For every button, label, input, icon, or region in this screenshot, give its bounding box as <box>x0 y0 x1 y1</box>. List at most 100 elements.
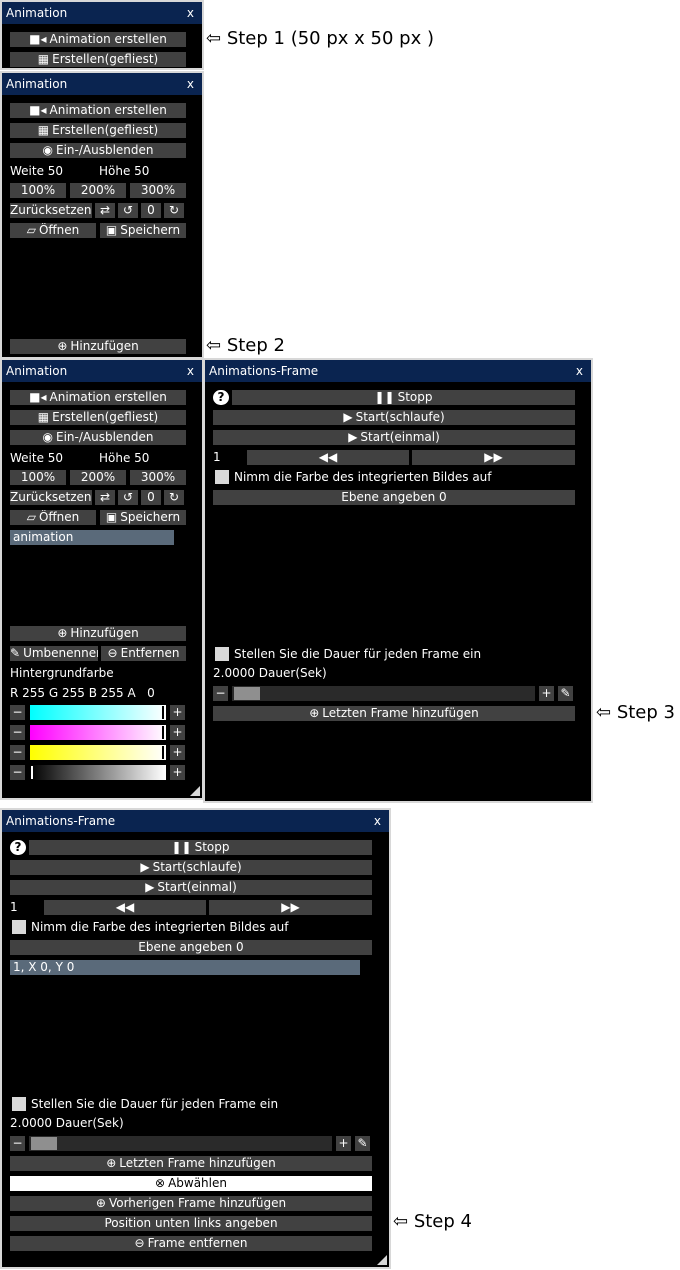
rotate-right-icon[interactable]: ↻ <box>164 490 184 505</box>
set-duration-checkbox[interactable] <box>12 1097 26 1111</box>
close-button[interactable]: x <box>187 360 194 382</box>
duration-minus-button[interactable]: − <box>10 1136 25 1151</box>
pick-color-checkbox[interactable] <box>12 920 26 934</box>
title-bar[interactable]: Animation x <box>2 2 202 24</box>
slider-handle[interactable] <box>234 687 260 700</box>
rotation-value[interactable]: 0 <box>141 490 161 505</box>
duration-slider[interactable] <box>232 686 535 701</box>
create-tiled-button[interactable]: ▦ Erstellen(gefliest) <box>10 410 186 425</box>
close-button[interactable]: x <box>187 2 194 24</box>
blue-plus-button[interactable]: + <box>170 745 185 760</box>
pick-color-checkbox[interactable] <box>215 470 229 484</box>
save-button[interactable]: ▣ Speichern <box>100 223 186 238</box>
duration-plus-button[interactable]: + <box>336 1136 351 1151</box>
resize-grip-icon[interactable] <box>377 1255 387 1265</box>
title-bar[interactable]: Animations-Frame x <box>2 810 389 832</box>
swap-icon[interactable]: ⇄ <box>95 203 115 218</box>
swap-icon[interactable]: ⇄ <box>95 490 115 505</box>
fast-forward-button[interactable]: ▶▶ <box>209 900 372 915</box>
zoom-100-button[interactable]: 100% <box>10 183 66 198</box>
set-duration-checkbox[interactable] <box>215 647 229 661</box>
zoom-200-button[interactable]: 200% <box>70 470 126 485</box>
create-tiled-button[interactable]: ▦ Erstellen(gefliest) <box>10 52 186 67</box>
close-button[interactable]: x <box>576 360 583 382</box>
slider-handle[interactable] <box>162 706 164 719</box>
alpha-slider[interactable] <box>30 765 166 780</box>
zoom-300-button[interactable]: 300% <box>130 183 186 198</box>
question-circle-icon[interactable]: ? <box>10 840 26 855</box>
layer-button[interactable]: Ebene angeben 0 <box>213 490 575 505</box>
open-button[interactable]: ▱ Öffnen <box>10 223 96 238</box>
add-last-frame-button[interactable]: ⊕ Letzten Frame hinzufügen <box>10 1156 372 1171</box>
title-bar[interactable]: Animation x <box>2 73 202 95</box>
start-once-button[interactable]: ▶ Start(einmal) <box>10 880 372 895</box>
rotate-left-icon[interactable]: ↺ <box>118 203 138 218</box>
toggle-visibility-button[interactable]: ◉ Ein-/Ausblenden <box>10 430 186 445</box>
start-loop-button[interactable]: ▶ Start(schlaufe) <box>10 860 372 875</box>
blue-minus-button[interactable]: − <box>10 745 25 760</box>
position-bottom-left-button[interactable]: Position unten links angeben <box>10 1216 372 1231</box>
list-item[interactable]: animation <box>10 530 174 545</box>
add-last-frame-button[interactable]: ⊕ Letzten Frame hinzufügen <box>213 706 575 721</box>
green-plus-button[interactable]: + <box>170 725 185 740</box>
frame-number: 1 <box>213 450 221 464</box>
remove-button[interactable]: ⊖ Entfernen <box>101 646 186 661</box>
zoom-300-button[interactable]: 300% <box>130 470 186 485</box>
rotate-left-icon[interactable]: ↺ <box>118 490 138 505</box>
layer-button[interactable]: Ebene angeben 0 <box>10 940 372 955</box>
start-loop-button[interactable]: ▶ Start(schlaufe) <box>213 410 575 425</box>
rename-button[interactable]: ✎ Umbenennen <box>10 646 98 661</box>
reset-button[interactable]: Zurücksetzen <box>10 490 92 505</box>
green-slider[interactable] <box>30 725 166 740</box>
reset-button[interactable]: Zurücksetzen <box>10 203 92 218</box>
slider-handle[interactable] <box>162 726 164 739</box>
remove-frame-button[interactable]: ⊖ Frame entfernen <box>10 1236 372 1251</box>
edit-icon[interactable]: ✎ <box>355 1136 370 1151</box>
duration-slider[interactable] <box>29 1136 332 1151</box>
resize-grip-icon[interactable] <box>190 786 200 796</box>
zoom-200-button[interactable]: 200% <box>70 183 126 198</box>
save-button[interactable]: ▣ Speichern <box>100 510 186 525</box>
rotation-value[interactable]: 0 <box>141 203 161 218</box>
edit-icon[interactable]: ✎ <box>558 686 573 701</box>
slider-handle[interactable] <box>31 766 33 779</box>
rotate-right-icon[interactable]: ↻ <box>164 203 184 218</box>
create-animation-button[interactable]: ■◂ Animation erstellen <box>10 32 186 47</box>
open-button[interactable]: ▱ Öffnen <box>10 510 96 525</box>
rewind-button[interactable]: ◀◀ <box>247 450 409 465</box>
close-button[interactable]: x <box>374 810 381 832</box>
title-bar[interactable]: Animation x <box>2 360 202 382</box>
create-tiled-button[interactable]: ▦ Erstellen(gefliest) <box>10 123 186 138</box>
create-animation-button[interactable]: ■◂ Animation erstellen <box>10 390 186 405</box>
stop-button[interactable]: ❚❚ Stopp <box>232 390 575 405</box>
red-plus-button[interactable]: + <box>170 705 185 720</box>
alpha-plus-button[interactable]: + <box>170 765 185 780</box>
grid-icon: ▦ <box>37 123 50 137</box>
create-animation-button[interactable]: ■◂ Animation erstellen <box>10 103 186 118</box>
rewind-button[interactable]: ◀◀ <box>44 900 206 915</box>
alpha-minus-button[interactable]: − <box>10 765 25 780</box>
add-button[interactable]: ⊕ Hinzufügen <box>10 339 186 354</box>
start-once-button[interactable]: ▶ Start(einmal) <box>213 430 575 445</box>
add-previous-frame-button[interactable]: ⊕ Vorherigen Frame hinzufügen <box>10 1196 372 1211</box>
toggle-visibility-button[interactable]: ◉ Ein-/Ausblenden <box>10 143 186 158</box>
list-item[interactable]: 1, X 0, Y 0 <box>10 960 360 975</box>
slider-handle[interactable] <box>162 746 164 759</box>
fast-forward-button[interactable]: ▶▶ <box>412 450 575 465</box>
green-minus-button[interactable]: − <box>10 725 25 740</box>
title-bar[interactable]: Animations-Frame x <box>205 360 591 382</box>
close-button[interactable]: x <box>187 73 194 95</box>
rgba-readout: R 255 G 255 B 255 A 0 <box>10 686 155 700</box>
deselect-button[interactable]: ⊗ Abwählen <box>10 1176 372 1191</box>
stop-button[interactable]: ❚❚ Stopp <box>29 840 372 855</box>
duration-plus-button[interactable]: + <box>539 686 554 701</box>
duration-minus-button[interactable]: − <box>213 686 228 701</box>
add-button[interactable]: ⊕ Hinzufügen <box>10 626 186 641</box>
question-circle-icon[interactable]: ? <box>213 390 229 405</box>
red-slider[interactable] <box>30 705 166 720</box>
slider-handle[interactable] <box>31 1137 57 1150</box>
blue-slider[interactable] <box>30 745 166 760</box>
red-minus-button[interactable]: − <box>10 705 25 720</box>
animation-panel-step2: Animation x ■◂ Animation erstellen ▦ Erste… <box>0 71 204 359</box>
zoom-100-button[interactable]: 100% <box>10 470 66 485</box>
